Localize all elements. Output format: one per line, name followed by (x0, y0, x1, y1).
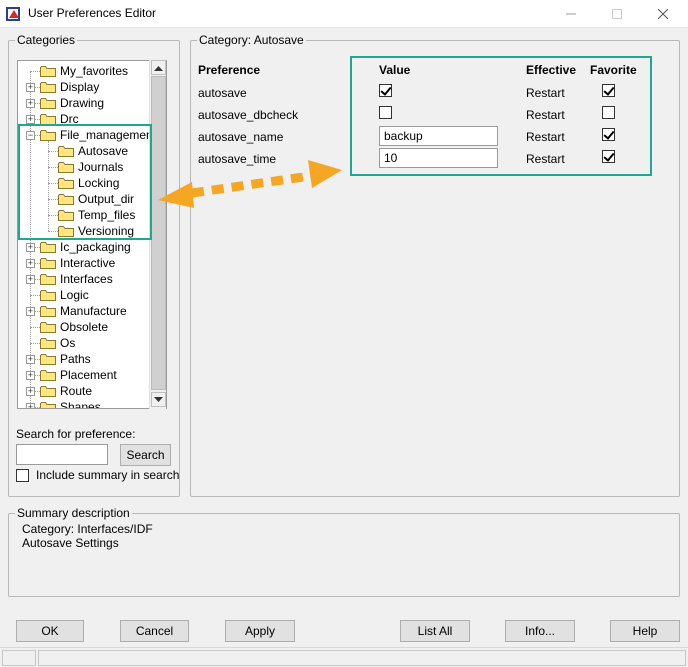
pref-name-autosave-dbcheck: autosave_dbcheck (198, 108, 299, 122)
summary-title: Summary description (15, 506, 132, 520)
chevron-up-icon (154, 65, 163, 71)
tree-item-shapes[interactable]: Shapes (40, 399, 101, 409)
list-all-button[interactable]: List All (400, 620, 470, 642)
info-button[interactable]: Info... (505, 620, 575, 642)
tree-item-label: Route (60, 384, 93, 398)
tree-item-label: Interfaces (60, 272, 113, 286)
scroll-up-button[interactable] (151, 60, 166, 75)
tree-item-manufacture[interactable]: Manufacture (40, 303, 127, 319)
expand-icon[interactable]: + (26, 259, 35, 268)
window-title: User Preferences Editor (28, 6, 157, 20)
expand-icon[interactable]: + (26, 403, 35, 408)
tree-item-os[interactable]: Os (40, 335, 75, 351)
expand-icon[interactable]: + (26, 371, 35, 380)
tree-connector-line (30, 343, 40, 344)
tree-item-label: Ic_packaging (60, 240, 131, 254)
file-management-highlight-box (18, 124, 152, 240)
status-segment-main (38, 650, 686, 666)
summary-line-1: Category: Interfaces/IDF (22, 522, 153, 536)
tree-item-label: Obsolete (60, 320, 109, 334)
tree-item-paths[interactable]: Paths (40, 351, 91, 367)
tree-item-interfaces[interactable]: Interfaces (40, 271, 113, 287)
include-summary-label: Include summary in search (36, 468, 180, 482)
status-segment-left (2, 650, 36, 666)
folder-icon (40, 274, 56, 285)
folder-icon (40, 242, 56, 253)
tree-item-label: Drawing (60, 96, 105, 110)
category-title: Category: Autosave (197, 33, 306, 47)
tree-item-label: Paths (60, 352, 91, 366)
tree-item-ic-packaging[interactable]: Ic_packaging (40, 239, 131, 255)
apply-button[interactable]: Apply (225, 620, 295, 642)
categories-title: Categories (15, 33, 78, 47)
close-button[interactable] (640, 0, 686, 28)
expand-icon[interactable]: + (26, 243, 35, 252)
arrow-head-right (308, 160, 342, 188)
tree-item-label: Interactive (60, 256, 116, 270)
tree-connector-line (30, 295, 40, 296)
expand-icon[interactable]: + (26, 307, 35, 316)
folder-icon (40, 98, 56, 109)
folder-icon (40, 306, 56, 317)
chevron-down-icon (154, 396, 163, 402)
tree-item-label: My_favorites (60, 64, 129, 78)
expand-icon[interactable]: + (26, 355, 35, 364)
folder-icon (40, 322, 56, 333)
tree-item-my-favorites[interactable]: My_favorites (40, 63, 128, 79)
help-button[interactable]: Help (610, 620, 680, 642)
preference-header: Preference (198, 63, 261, 77)
pref-name-autosave-name: autosave_name (198, 130, 284, 144)
tree-item-label: Logic (60, 288, 89, 302)
folder-icon (40, 338, 56, 349)
folder-icon (40, 370, 56, 381)
minimize-button[interactable] (548, 0, 594, 28)
tree-item-label: Shapes (60, 400, 101, 409)
expand-icon[interactable]: + (26, 387, 35, 396)
tree-item-label: Display (60, 80, 100, 94)
close-icon (658, 9, 668, 19)
tree-item-route[interactable]: Route (40, 383, 92, 399)
folder-icon (40, 258, 56, 269)
scroll-thumb[interactable] (151, 76, 166, 390)
preferences-highlight-box (350, 56, 652, 176)
expand-icon[interactable]: + (26, 275, 35, 284)
arrow-head-left (158, 182, 194, 208)
search-button[interactable]: Search (120, 444, 171, 466)
tree-item-obsolete[interactable]: Obsolete (40, 319, 108, 335)
pref-name-autosave: autosave (198, 86, 247, 100)
status-bar (0, 647, 688, 667)
folder-icon (40, 354, 56, 365)
tree-connector-line (30, 71, 40, 72)
minimize-icon (566, 13, 576, 15)
expand-icon[interactable]: + (26, 115, 35, 124)
maximize-button[interactable] (594, 0, 640, 28)
tree-item-label: Manufacture (60, 304, 127, 318)
cancel-button[interactable]: Cancel (120, 620, 189, 642)
tree-item-display[interactable]: Display (40, 79, 99, 95)
tree-item-logic[interactable]: Logic (40, 287, 89, 303)
folder-icon (40, 66, 56, 77)
tree-item-label: Placement (60, 368, 117, 382)
app-icon (6, 7, 20, 21)
search-label: Search for preference: (16, 427, 136, 441)
include-summary-checkbox[interactable] (16, 469, 29, 482)
title-bar: User Preferences Editor (0, 0, 688, 28)
tree-item-interactive[interactable]: Interactive (40, 255, 115, 271)
folder-icon (40, 290, 56, 301)
folder-icon (40, 402, 56, 408)
expand-icon[interactable]: + (26, 99, 35, 108)
double-arrow-annotation (158, 160, 342, 208)
ok-button[interactable]: OK (16, 620, 84, 642)
tree-item-placement[interactable]: Placement (40, 367, 117, 383)
maximize-icon (612, 9, 622, 19)
search-input[interactable] (16, 444, 108, 465)
expand-icon[interactable]: + (26, 83, 35, 92)
tree-item-drawing[interactable]: Drawing (40, 95, 104, 111)
folder-icon (40, 386, 56, 397)
folder-icon (40, 82, 56, 93)
tree-connector-line (30, 327, 40, 328)
scroll-down-button[interactable] (151, 392, 166, 407)
summary-line-2: Autosave Settings (22, 536, 119, 550)
tree-item-label: Os (60, 336, 76, 350)
